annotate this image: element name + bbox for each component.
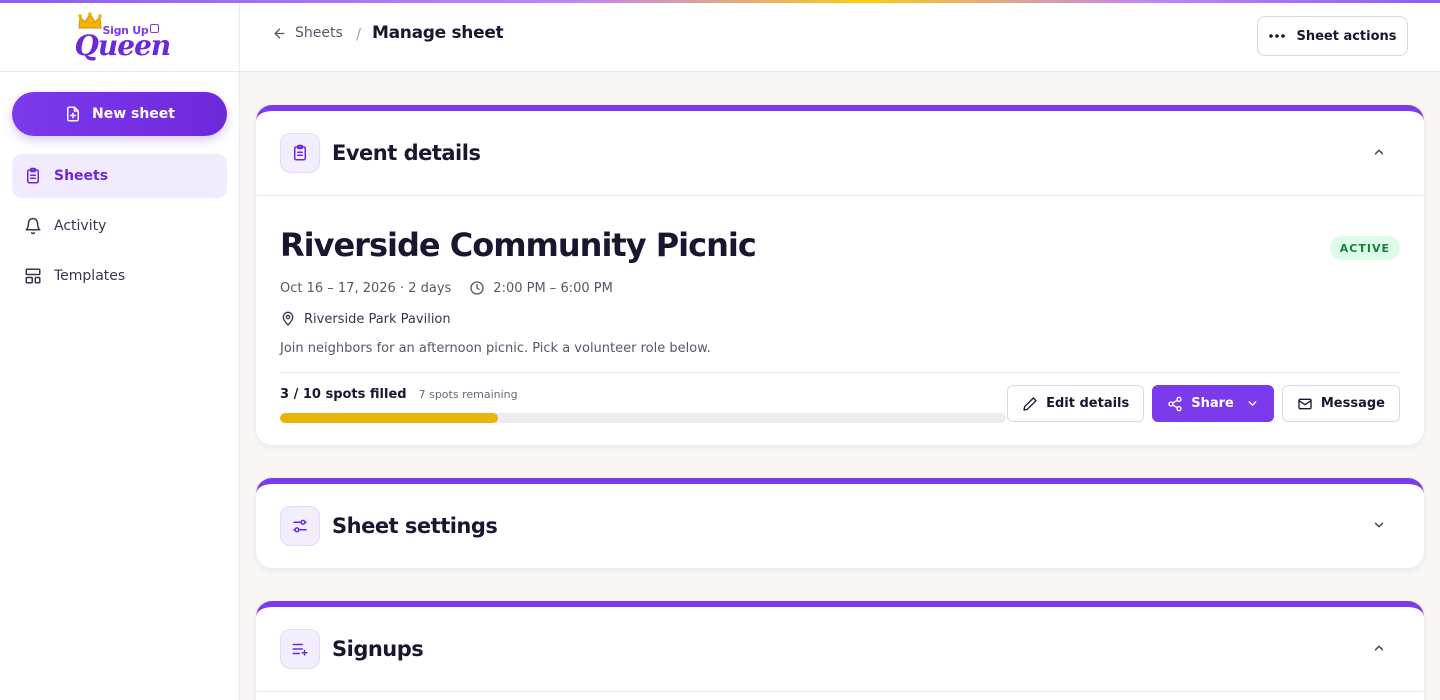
event-time: 2:00 PM – 6:00 PM bbox=[469, 280, 613, 296]
arrow-left-icon bbox=[274, 28, 285, 38]
card-title: Event details bbox=[332, 141, 481, 165]
signups-header[interactable]: Signups bbox=[256, 607, 1424, 691]
sidebar: Sign Up Queen New sheet Sheets Activity … bbox=[0, 0, 240, 700]
card-icon-box bbox=[280, 506, 320, 546]
spots-remaining: 7 spots remaining bbox=[418, 388, 518, 401]
sidebar-nav: Sheets Activity Templates bbox=[12, 154, 227, 304]
signups-body bbox=[256, 691, 1424, 692]
edit-details-label: Edit details bbox=[1046, 396, 1130, 411]
event-description: Join neighbors for an afternoon picnic. … bbox=[280, 341, 711, 356]
logo-area: Sign Up Queen bbox=[0, 0, 239, 72]
spots-progress-fill bbox=[280, 413, 498, 423]
event-date-time: Oct 16 – 17, 2026 · 2 days 2:00 PM – 6:0… bbox=[280, 280, 613, 296]
spots-filled: 3 / 10 spots filled bbox=[280, 387, 407, 402]
list-plus-icon bbox=[292, 643, 308, 656]
event-details-body: Riverside Community Picnic ACTIVE Oct 16… bbox=[256, 195, 1424, 445]
bell-icon bbox=[25, 217, 41, 235]
sliders-icon bbox=[293, 519, 307, 533]
sheet-actions-button[interactable]: Sheet actions bbox=[1257, 16, 1408, 56]
share-button[interactable]: Share bbox=[1152, 385, 1274, 422]
signups-card: Signups bbox=[256, 601, 1424, 700]
sheet-actions-label: Sheet actions bbox=[1296, 28, 1397, 44]
page-title: Manage sheet bbox=[372, 23, 504, 43]
event-actions: Edit details Share Message bbox=[1007, 385, 1400, 422]
app-logo[interactable]: Sign Up Queen bbox=[75, 6, 171, 66]
divider bbox=[280, 372, 1400, 373]
sidebar-item-sheets[interactable]: Sheets bbox=[12, 154, 227, 198]
event-details-card: Event details Riverside Community Picnic… bbox=[256, 105, 1424, 445]
sheet-settings-header[interactable]: Sheet settings bbox=[256, 484, 1424, 568]
message-label: Message bbox=[1320, 396, 1385, 411]
new-sheet-label: New sheet bbox=[91, 106, 175, 122]
sidebar-item-activity[interactable]: Activity bbox=[12, 204, 227, 248]
map-pin-icon bbox=[282, 311, 294, 326]
event-time-text: 2:00 PM – 6:00 PM bbox=[493, 280, 613, 296]
event-location: Riverside Park Pavilion bbox=[280, 311, 451, 327]
card-icon-box bbox=[280, 629, 320, 669]
clipboard-icon bbox=[27, 167, 39, 184]
chevron-down-icon[interactable] bbox=[1372, 518, 1386, 532]
sheet-settings-card: Sheet settings bbox=[256, 478, 1424, 568]
file-plus-icon bbox=[66, 106, 79, 122]
event-dates: Oct 16 – 17, 2026 · 2 days bbox=[280, 280, 452, 296]
breadcrumb-back-link[interactable]: Sheets bbox=[272, 25, 343, 41]
event-details-header[interactable]: Event details bbox=[256, 111, 1424, 195]
share-icon bbox=[1168, 396, 1182, 411]
logo-big-text: Queen bbox=[74, 28, 172, 62]
status-badge: ACTIVE bbox=[1329, 236, 1400, 260]
spots-progress-bar bbox=[280, 413, 1006, 423]
more-horizontal-icon bbox=[1269, 34, 1286, 38]
chevron-up-icon[interactable] bbox=[1372, 145, 1386, 159]
card-icon-box bbox=[280, 133, 320, 173]
sidebar-item-label: Sheets bbox=[54, 168, 109, 184]
share-label: Share bbox=[1191, 396, 1234, 411]
page-header: Sheets / Manage sheet Sheet actions bbox=[240, 3, 1440, 72]
event-location-text: Riverside Park Pavilion bbox=[304, 311, 451, 327]
new-sheet-button[interactable]: New sheet bbox=[12, 92, 227, 136]
edit-details-button[interactable]: Edit details bbox=[1007, 385, 1145, 422]
card-title: Sheet settings bbox=[332, 514, 498, 538]
sidebar-item-label: Activity bbox=[54, 218, 107, 234]
message-button[interactable]: Message bbox=[1281, 385, 1400, 422]
clipboard-list-icon bbox=[294, 144, 306, 161]
pencil-icon bbox=[1023, 396, 1037, 411]
breadcrumb-sheets: Sheets bbox=[295, 25, 343, 41]
event-name: Riverside Community Picnic bbox=[280, 226, 757, 264]
layout-icon bbox=[25, 268, 41, 284]
sidebar-item-templates[interactable]: Templates bbox=[12, 254, 227, 298]
top-accent-bar bbox=[0, 0, 1440, 3]
sidebar-item-label: Templates bbox=[54, 268, 126, 284]
spots-summary: 3 / 10 spots filled 7 spots remaining bbox=[280, 387, 518, 402]
card-title: Signups bbox=[332, 637, 424, 661]
breadcrumb-separator: / bbox=[356, 25, 362, 43]
chevron-up-icon[interactable] bbox=[1372, 641, 1386, 655]
chevron-down-icon bbox=[1248, 401, 1257, 406]
clock-icon bbox=[470, 281, 484, 295]
mail-icon bbox=[1298, 398, 1312, 409]
